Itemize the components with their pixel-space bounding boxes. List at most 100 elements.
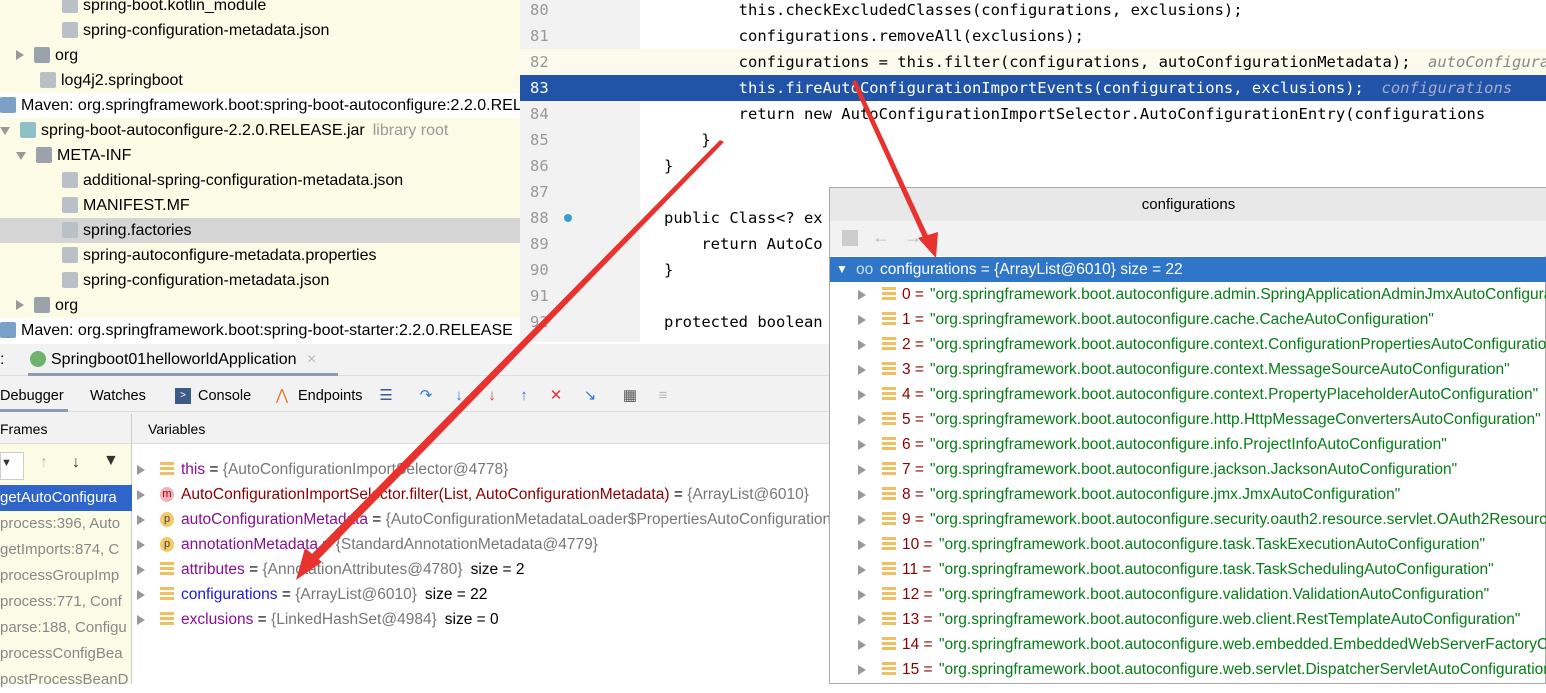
- expand-arrow-icon[interactable]: [137, 565, 145, 575]
- expand-arrow-icon[interactable]: [858, 640, 866, 650]
- popup-title[interactable]: configurations: [830, 188, 1546, 221]
- variable-row[interactable]: configurations = {ArrayList@6010} size = …: [132, 582, 830, 607]
- filter-icon[interactable]: ▼: [103, 452, 119, 470]
- code-line[interactable]: 80 this.checkExcludedClasses(configurati…: [520, 0, 1546, 23]
- code-line[interactable]: 83 this.fireAutoConfigurationImportEvent…: [520, 75, 1546, 101]
- tree-item[interactable]: spring-boot-autoconfigure-2.2.0.RELEASE.…: [0, 118, 520, 143]
- variable-row[interactable]: m AutoConfigurationImportSelector.filter(…: [132, 482, 830, 507]
- code-line[interactable]: 85 }: [520, 127, 1546, 153]
- tree-item[interactable]: spring-boot.kotlin_module: [0, 0, 520, 18]
- close-icon[interactable]: ×: [307, 351, 316, 368]
- tree-item[interactable]: log4j2.springboot: [0, 68, 520, 93]
- tab-watches[interactable]: Watches: [90, 380, 146, 412]
- tree-item[interactable]: META-INF: [0, 143, 520, 168]
- list-item[interactable]: 0 = "org.springframework.boot.autoconfig…: [830, 282, 1546, 307]
- expand-arrow-icon[interactable]: [858, 615, 866, 625]
- tree-item[interactable]: spring-configuration-metadata.json: [0, 18, 520, 43]
- collapse-arrow-icon[interactable]: [0, 127, 10, 135]
- evaluate-icon[interactable]: ▦: [622, 388, 638, 404]
- expand-arrow-icon[interactable]: [137, 490, 145, 500]
- code-line[interactable]: 81 configurations.removeAll(exclusions);: [520, 23, 1546, 49]
- list-item[interactable]: 8 = "org.springframework.boot.autoconfig…: [830, 482, 1546, 507]
- expand-arrow-icon[interactable]: [16, 50, 24, 60]
- up-arrow-icon[interactable]: ↑: [40, 454, 48, 472]
- list-item[interactable]: 13 = "org.springframework.boot.autoconfi…: [830, 607, 1546, 632]
- list-item[interactable]: 4 = "org.springframework.boot.autoconfig…: [830, 382, 1546, 407]
- list-item[interactable]: 15 = "org.springframework.boot.autoconfi…: [830, 657, 1546, 682]
- navigate-icon[interactable]: [842, 230, 858, 246]
- code-line[interactable]: 82 configurations = this.filter(configur…: [520, 49, 1546, 75]
- expand-arrow-icon[interactable]: [858, 440, 866, 450]
- drop-frame-icon[interactable]: ✕: [548, 388, 564, 404]
- variable-row[interactable]: p annotationMetadata = {StandardAnnotatio…: [132, 532, 830, 557]
- expand-arrow-icon[interactable]: [858, 665, 866, 675]
- tree-item[interactable]: MANIFEST.MF: [0, 193, 520, 218]
- tree-item[interactable]: org: [0, 43, 520, 68]
- list-item[interactable]: 5 = "org.springframework.boot.autoconfig…: [830, 407, 1546, 432]
- tab-console[interactable]: Console: [198, 380, 251, 412]
- expand-arrow-icon[interactable]: [858, 490, 866, 500]
- tree-item[interactable]: additional-spring-configuration-metadata…: [0, 168, 520, 193]
- stack-frame[interactable]: processConfigBea: [0, 641, 132, 667]
- expand-arrow-icon[interactable]: [858, 565, 866, 575]
- expand-arrow-icon[interactable]: [858, 465, 866, 475]
- stack-frame[interactable]: process:771, Conf: [0, 589, 132, 615]
- menu-lines-icon[interactable]: ☰: [378, 388, 394, 404]
- list-item[interactable]: 14 = "org.springframework.boot.autoconfi…: [830, 632, 1546, 657]
- list-item[interactable]: 9 = "org.springframework.boot.autoconfig…: [830, 507, 1546, 532]
- list-item[interactable]: 10 = "org.springframework.boot.autoconfi…: [830, 532, 1546, 557]
- tree-item[interactable]: Maven: org.springframework.boot:spring-b…: [0, 318, 520, 342]
- tree-item[interactable]: spring-configuration-metadata.json: [0, 268, 520, 293]
- code-line[interactable]: 84 return new AutoConfigurationImportSel…: [520, 101, 1546, 127]
- expand-arrow-icon[interactable]: [858, 290, 866, 300]
- variable-row[interactable]: exclusions = {LinkedHashSet@4984} size = …: [132, 607, 830, 632]
- expand-arrow-icon[interactable]: [858, 315, 866, 325]
- expand-arrow-icon[interactable]: [137, 515, 145, 525]
- expand-arrow-icon[interactable]: [858, 590, 866, 600]
- list-item[interactable]: 2 = "org.springframework.boot.autoconfig…: [830, 332, 1546, 357]
- step-over-icon[interactable]: ↷: [418, 388, 434, 404]
- stack-frame[interactable]: processGroupImp: [0, 563, 132, 589]
- tree-item[interactable]: spring-autoconfigure-metadata.properties: [0, 243, 520, 268]
- step-out-icon[interactable]: ↑: [516, 388, 532, 404]
- back-arrow-icon[interactable]: ←: [872, 227, 890, 248]
- expand-arrow-icon[interactable]: [137, 615, 145, 625]
- list-item[interactable]: 12 = "org.springframework.boot.autoconfi…: [830, 582, 1546, 607]
- variable-row[interactable]: p autoConfigurationMetadata = {AutoConfig…: [132, 507, 830, 532]
- variable-row[interactable]: this = {AutoConfigurationImportSelector@…: [132, 457, 830, 482]
- stack-frame[interactable]: postProcessBeanD: [0, 667, 132, 693]
- stack-frame[interactable]: parse:188, Configu: [0, 615, 132, 641]
- trace-icon[interactable]: ≡: [655, 388, 671, 404]
- tree-item[interactable]: org: [0, 293, 520, 318]
- run-tab[interactable]: Springboot01helloworldApplication ×: [28, 344, 338, 376]
- list-item[interactable]: 7 = "org.springframework.boot.autoconfig…: [830, 457, 1546, 482]
- run-to-cursor-icon[interactable]: ↘: [582, 388, 598, 404]
- expand-arrow-icon[interactable]: [858, 365, 866, 375]
- expand-arrow-icon[interactable]: [137, 590, 145, 600]
- forward-arrow-icon[interactable]: →: [904, 227, 922, 248]
- tab-debugger[interactable]: Debugger: [0, 380, 68, 412]
- collapse-arrow-icon[interactable]: ▼: [836, 257, 848, 282]
- expand-arrow-icon[interactable]: [858, 340, 866, 350]
- expand-arrow-icon[interactable]: [858, 540, 866, 550]
- list-item[interactable]: 11 = "org.springframework.boot.autoconfi…: [830, 557, 1546, 582]
- expand-arrow-icon[interactable]: [137, 465, 145, 475]
- expand-arrow-icon[interactable]: [858, 415, 866, 425]
- list-item[interactable]: 1 = "org.springframework.boot.autoconfig…: [830, 307, 1546, 332]
- expand-arrow-icon[interactable]: [858, 390, 866, 400]
- stack-frame[interactable]: getAutoConfigura: [0, 485, 132, 511]
- tree-item[interactable]: Maven: org.springframework.boot:spring-b…: [0, 93, 520, 118]
- list-item[interactable]: 3 = "org.springframework.boot.autoconfig…: [830, 357, 1546, 382]
- code-line[interactable]: 86}: [520, 153, 1546, 179]
- expand-arrow-icon[interactable]: [137, 540, 145, 550]
- variable-row[interactable]: attributes = {AnnotationAttributes@4780}…: [132, 557, 830, 582]
- tree-item[interactable]: spring.factories: [0, 218, 520, 243]
- force-step-into-icon[interactable]: ↓: [484, 388, 500, 404]
- tab-endpoints[interactable]: Endpoints: [298, 380, 363, 412]
- stack-frame[interactable]: getImports:874, C: [0, 537, 132, 563]
- expand-arrow-icon[interactable]: [858, 515, 866, 525]
- collapse-arrow-icon[interactable]: [16, 152, 26, 160]
- step-into-icon[interactable]: ↓: [451, 388, 467, 404]
- down-arrow-icon[interactable]: ↓: [72, 454, 80, 472]
- expand-arrow-icon[interactable]: [16, 300, 24, 310]
